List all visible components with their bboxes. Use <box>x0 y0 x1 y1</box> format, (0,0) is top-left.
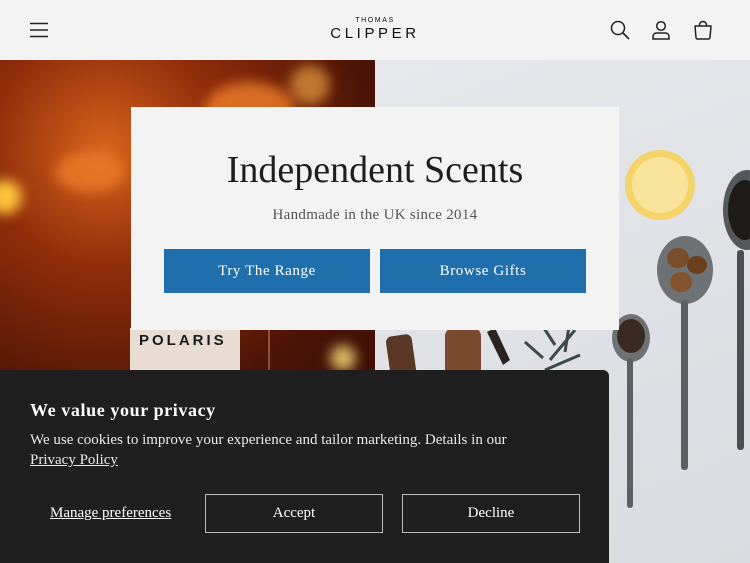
light-bokeh <box>330 345 356 371</box>
product-label-text: POLARIS <box>139 332 227 349</box>
logo-main-text: CLIPPER <box>330 25 420 42</box>
hero-subtitle: Handmade in the UK since 2014 <box>272 207 478 223</box>
cart-icon[interactable] <box>686 13 720 47</box>
account-icon[interactable] <box>644 13 678 47</box>
hero-card: Independent Scents Handmade in the UK si… <box>131 107 619 330</box>
decline-button[interactable]: Decline <box>402 494 580 533</box>
cookie-banner-title: We value your privacy <box>30 400 216 420</box>
light-bokeh <box>55 152 125 192</box>
manage-preferences-link[interactable]: Manage preferences <box>50 505 171 522</box>
hamburger-menu-icon[interactable] <box>22 13 56 47</box>
browse-gifts-button[interactable]: Browse Gifts <box>380 249 586 293</box>
site-header: THOMAS CLIPPER <box>0 0 750 60</box>
accept-button[interactable]: Accept <box>205 494 383 533</box>
cookie-consent-banner: We value your privacy We use cookies to … <box>0 370 609 563</box>
hero-title: Independent Scents <box>226 149 524 191</box>
logo-top-text: THOMAS <box>355 17 395 24</box>
brand-logo[interactable]: THOMAS CLIPPER <box>325 16 425 43</box>
cookie-banner-text: We use cookies to improve your experienc… <box>30 430 580 470</box>
try-the-range-button[interactable]: Try The Range <box>164 249 370 293</box>
light-bokeh <box>0 180 22 214</box>
search-icon[interactable] <box>603 13 637 47</box>
cookie-banner-body: We use cookies to improve your experienc… <box>30 432 507 448</box>
light-bokeh <box>290 65 330 105</box>
privacy-policy-link[interactable]: Privacy Policy <box>30 452 118 468</box>
